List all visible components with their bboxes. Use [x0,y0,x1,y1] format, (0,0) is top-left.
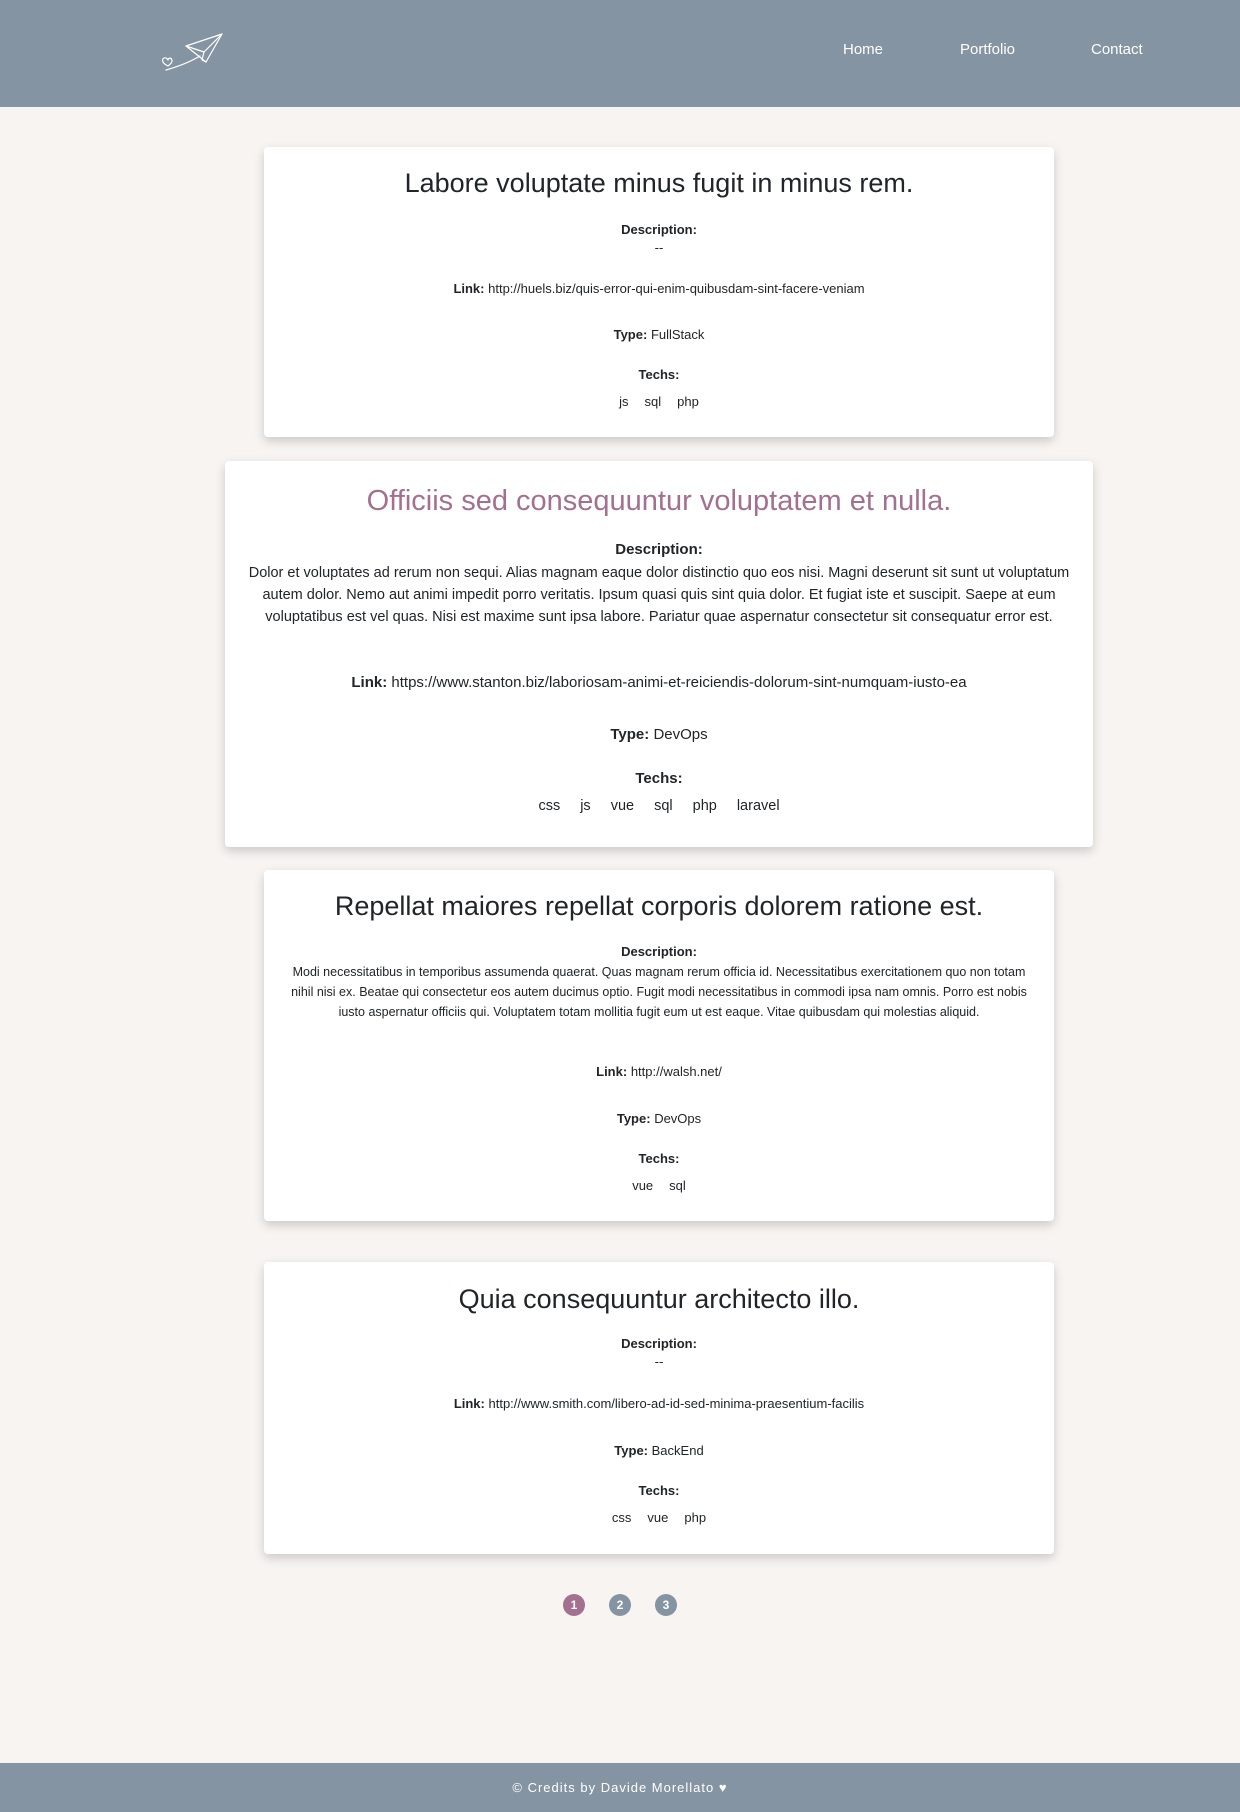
project-description: -- [654,1354,664,1369]
project-link[interactable]: https://www.stanton.biz/laboriosam-animi… [391,674,966,691]
description-label: Description: [621,944,697,959]
project-link[interactable]: http://www.smith.com/libero-ad-id-sed-mi… [489,1396,865,1411]
tech-tag: vue [632,1178,654,1193]
project-link-row: Link: https://www.stanton.biz/laboriosam… [225,674,1093,691]
link-label: Link: [351,674,388,691]
page-2-button[interactable]: 2 [609,1594,631,1616]
tech-tag: js [580,798,591,814]
nav-portfolio-link[interactable]: Portfolio [960,41,1015,58]
tech-tag: sql [654,798,673,814]
description-label: Description: [615,541,703,558]
project-link-row: Link: http://huels.biz/quis-error-qui-en… [264,281,1054,296]
techs-list: vue sql [264,1178,1054,1193]
project-description: Dolor et voluptates ad rerum non sequi. … [248,565,1070,625]
techs-label: Techs: [635,770,683,787]
techs-label: Techs: [638,1151,680,1166]
tech-tag: sql [644,394,662,409]
project-description: -- [654,240,664,255]
project-type: DevOps [654,1111,702,1126]
site-header: Home Portfolio Contact [0,0,1240,107]
project-title: Officiis sed consequuntur voluptatem et … [366,485,952,517]
techs-label: Techs: [638,1483,680,1498]
project-link-row: Link: http://www.smith.com/libero-ad-id-… [264,1396,1054,1411]
link-label: Link: [453,1396,485,1411]
project-card-hovered[interactable]: Officiis sed consequuntur voluptatem et … [225,461,1093,847]
tech-tag: sql [669,1178,686,1193]
project-link-row: Link: http://walsh.net/ [264,1064,1054,1079]
nav-contact-link[interactable]: Contact [1091,41,1143,58]
paper-plane-logo-icon[interactable] [160,30,226,74]
tech-tag: js [619,394,629,409]
project-type-row: Type: DevOps [225,726,1093,743]
site-footer: © Credits by Davide Morellato ♥ [0,1763,1240,1812]
footer-credits: © Credits by Davide Morellato ♥ [512,1780,728,1795]
tech-tag: laravel [736,798,780,814]
tech-tag: php [684,1510,707,1525]
project-title: Repellat maiores repellat corporis dolor… [334,891,984,921]
project-card[interactable]: Repellat maiores repellat corporis dolor… [264,870,1054,1221]
pagination: 1 2 3 [0,1594,1240,1616]
project-description: Modi necessitatibus in temporibus assume… [291,965,1027,1019]
project-title: Quia consequuntur architecto illo. [458,1284,860,1314]
tech-tag: vue [647,1510,669,1525]
techs-list: css vue php [264,1510,1054,1525]
tech-tag: php [677,394,699,409]
project-type: BackEnd [651,1443,704,1458]
type-label: Type: [610,726,650,743]
project-type: DevOps [653,726,708,743]
tech-tag: vue [610,798,635,814]
techs-list: js sql php [264,394,1054,409]
project-link[interactable]: http://huels.biz/quis-error-qui-enim-qui… [488,281,864,296]
description-label: Description: [621,1336,697,1351]
techs-label: Techs: [638,367,680,382]
tech-tag: php [692,798,717,814]
page-1-button[interactable]: 1 [563,1594,585,1616]
description-label: Description: [621,222,697,237]
nav-home-link[interactable]: Home [843,41,883,58]
project-type: FullStack [650,327,705,342]
project-type-row: Type: DevOps [264,1111,1054,1126]
project-title: Labore voluptate minus fugit in minus re… [404,168,914,198]
type-label: Type: [616,1111,651,1126]
link-label: Link: [453,281,485,296]
page-3-button[interactable]: 3 [655,1594,677,1616]
project-type-row: Type: FullStack [264,327,1054,342]
type-label: Type: [613,327,648,342]
project-type-row: Type: BackEnd [264,1443,1054,1458]
link-label: Link: [596,1064,628,1079]
project-card[interactable]: Labore voluptate minus fugit in minus re… [264,147,1054,437]
techs-list: css js vue sql php laravel [225,798,1093,814]
tech-tag: css [538,798,561,814]
tech-tag: css [611,1510,632,1525]
type-label: Type: [614,1443,649,1458]
project-link[interactable]: http://walsh.net/ [631,1064,722,1079]
project-card[interactable]: Quia consequuntur architecto illo. Descr… [264,1262,1054,1554]
